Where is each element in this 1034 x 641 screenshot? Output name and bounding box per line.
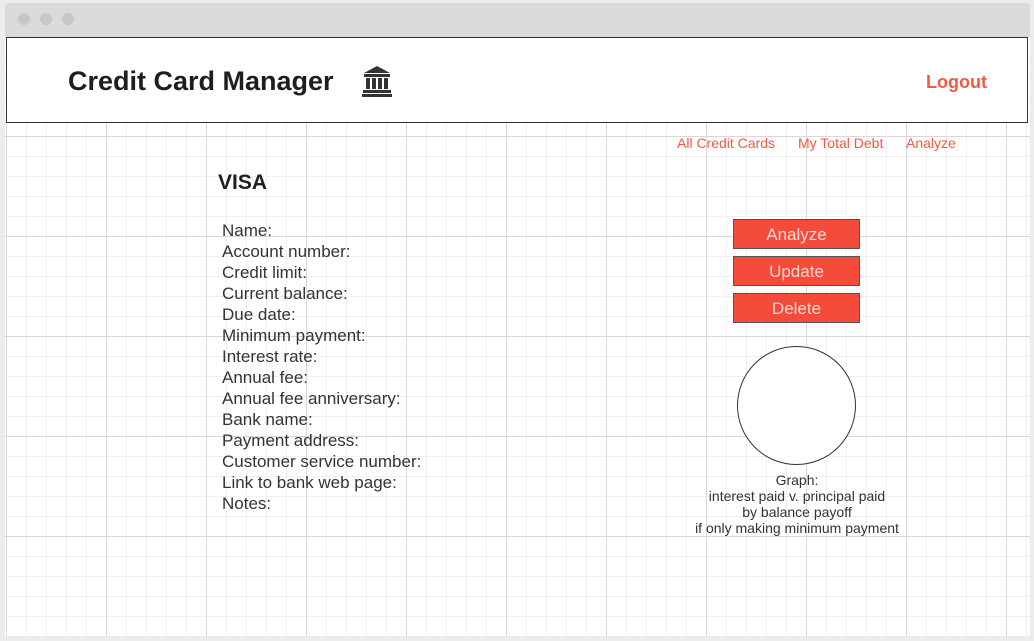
field-bank-name-label: Bank name: — [222, 410, 313, 429]
field-due-date-label: Due date: — [222, 305, 296, 324]
logout-link[interactable]: Logout — [926, 72, 987, 93]
browser-window: Credit Card Manager Logout All Credit Ca… — [0, 0, 1034, 641]
window-maximize-dot[interactable] — [62, 13, 74, 25]
field-annual-fee-anniversary-label: Annual fee anniversary: — [222, 389, 401, 408]
graph-caption-line-3: by balance payoff — [742, 504, 852, 520]
bank-icon — [362, 65, 392, 97]
field-account-number-label: Account number: — [222, 242, 351, 261]
graph-caption-line-4: if only making minimum payment — [695, 520, 899, 536]
analyze-button[interactable]: Analyze — [733, 219, 860, 249]
graph-caption-line-1: Graph: — [775, 472, 819, 488]
field-current-balance-label: Current balance: — [222, 284, 348, 303]
field-payment-address-label: Payment address: — [222, 431, 360, 450]
window-minimize-dot[interactable] — [40, 13, 52, 25]
update-button[interactable]: Update — [733, 256, 860, 286]
card-details-list: Name: Account number: Credit limit: Curr… — [222, 220, 421, 514]
field-credit-limit-label: Credit limit: — [222, 263, 308, 282]
field-customer-service-number-label: Customer service number: — [222, 452, 422, 471]
graph-caption: Graph: interest paid v. principal paid b… — [647, 472, 947, 536]
field-annual-fee-label: Annual fee: — [222, 368, 309, 387]
nav-my-total-debt[interactable]: My Total Debt — [798, 135, 883, 151]
field-notes-label: Notes: — [222, 494, 272, 513]
field-interest-rate-label: Interest rate: — [222, 347, 318, 366]
window-titlebar — [5, 3, 1030, 36]
field-name-label: Name: — [222, 221, 273, 240]
app-header: Credit Card Manager Logout — [6, 37, 1028, 123]
graph-placeholder — [737, 346, 856, 465]
app-title: Credit Card Manager — [68, 66, 334, 96]
card-name-heading: VISA — [218, 171, 268, 194]
field-minimum-payment-label: Minimum payment: — [222, 326, 366, 345]
graph-caption-line-2: interest paid v. principal paid — [708, 488, 886, 504]
window-close-dot[interactable] — [18, 13, 30, 25]
delete-button[interactable]: Delete — [733, 293, 860, 323]
nav-analyze[interactable]: Analyze — [906, 135, 956, 151]
page-content: Credit Card Manager Logout All Credit Ca… — [5, 36, 1030, 636]
field-bank-web-page-label: Link to bank web page: — [222, 473, 397, 492]
nav-all-credit-cards[interactable]: All Credit Cards — [677, 135, 775, 151]
